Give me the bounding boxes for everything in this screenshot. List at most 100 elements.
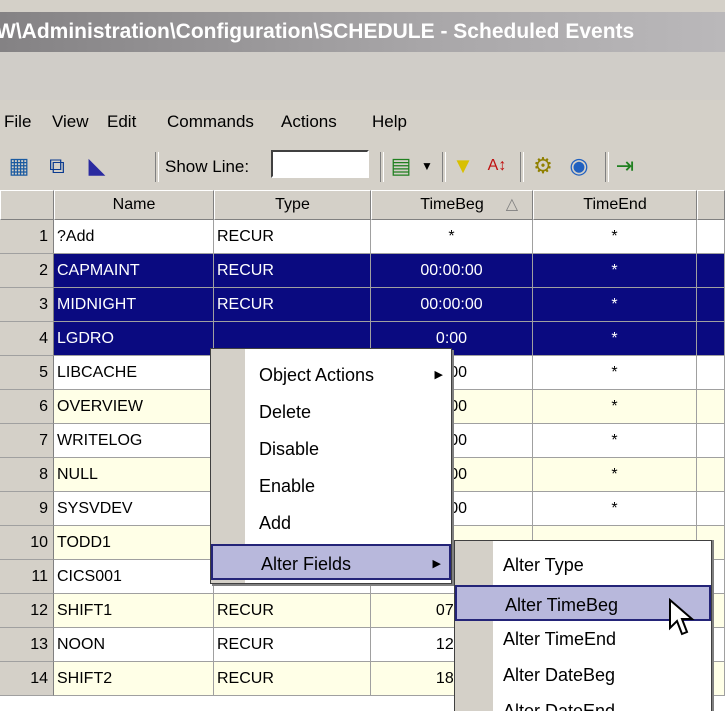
cell-type[interactable]: RECUR [214,288,371,322]
cell-extra[interactable] [697,220,725,254]
cell-name[interactable]: CAPMAINT [54,254,214,288]
properties-icon[interactable]: ▦ [6,153,32,179]
menu-item-label: Enable [259,476,316,496]
cell-timeend[interactable]: * [533,254,697,288]
menu-item-disable[interactable]: Disable [211,431,451,467]
menu-file[interactable]: File [4,112,31,132]
row-number[interactable]: 2 [0,254,54,288]
menu-help[interactable]: Help [372,112,407,132]
menu-edit[interactable]: Edit [107,112,136,132]
cell-name[interactable]: OVERVIEW [54,390,214,424]
cell-timeend[interactable]: * [533,424,697,458]
filter-icon[interactable]: ▼ [450,153,476,179]
menu-actions[interactable]: Actions [281,112,337,132]
cell-name[interactable]: SHIFT1 [54,594,214,628]
cell-extra[interactable] [697,322,725,356]
table-row[interactable]: 2 CAPMAINT RECUR 00:00:00 * [0,254,725,288]
column-header-timebeg[interactable]: TimeBeg △ [371,190,533,220]
row-number[interactable]: 10 [0,526,54,560]
menu-item-add[interactable]: Add [211,505,451,541]
cell-extra[interactable] [697,288,725,322]
table-row[interactable]: 1 ?Add RECUR * * [0,220,725,254]
menu-item-enable[interactable]: Enable [211,468,451,504]
cell-timebeg[interactable]: * [371,220,533,254]
copy-icon[interactable]: ⧉ [44,153,70,179]
menu-item-alter-dateend[interactable]: Alter DateEnd [455,693,711,711]
cell-name[interactable]: NOON [54,628,214,662]
title-band [0,52,725,100]
cell-name[interactable]: NULL [54,458,214,492]
menu-view[interactable]: View [52,112,89,132]
row-number[interactable]: 12 [0,594,54,628]
menu-item-label: Alter Fields [261,554,352,574]
refresh-icon[interactable]: ◉ [566,153,592,179]
column-header-type[interactable]: Type [214,190,371,220]
menu-item-delete[interactable]: Delete [211,394,451,430]
submenu-arrow-icon: ▶ [434,369,443,381]
cell-name[interactable]: LIBCACHE [54,356,214,390]
row-number[interactable]: 6 [0,390,54,424]
row-number[interactable]: 7 [0,424,54,458]
cell-type[interactable]: RECUR [214,254,371,288]
cell-timeend[interactable]: * [533,458,697,492]
cell-timebeg[interactable]: 00:00:00 [371,254,533,288]
cell-extra[interactable] [697,254,725,288]
menu-item-alter-type[interactable]: Alter Type [455,547,711,583]
toolbar: ▦ ⧉ ◣ Show Line: ▤ ▼ ▼ A↕ ⚙ ◉ ⇥ [0,144,725,190]
sort-icon[interactable]: A↕ [484,153,510,179]
cell-extra[interactable] [697,424,725,458]
row-number[interactable]: 4 [0,322,54,356]
table-row[interactable]: 3 MIDNIGHT RECUR 00:00:00 * [0,288,725,322]
cell-name[interactable]: WRITELOG [54,424,214,458]
cell-timeend[interactable]: * [533,220,697,254]
cell-timeend[interactable]: * [533,492,697,526]
cell-name[interactable]: SYSVDEV [54,492,214,526]
menu-item-alter-datebeg[interactable]: Alter DateBeg [455,657,711,693]
cell-extra[interactable] [697,492,725,526]
cell-type[interactable]: RECUR [214,220,371,254]
row-number[interactable]: 9 [0,492,54,526]
cell-name[interactable]: SHIFT2 [54,662,214,696]
cell-type[interactable]: RECUR [214,628,371,662]
cell-timeend[interactable]: * [533,322,697,356]
column-header-timebeg-label: TimeBeg [420,196,484,213]
cell-extra[interactable] [697,458,725,492]
cell-type[interactable]: RECUR [214,594,371,628]
table-options-icon[interactable]: ▤ [388,153,414,179]
dropdown-arrow-icon[interactable]: ▼ [414,153,440,179]
row-number[interactable]: 3 [0,288,54,322]
row-number[interactable]: 11 [0,560,54,594]
row-number-header [0,190,54,220]
menu-item-object-actions[interactable]: Object Actions ▶ [211,357,451,393]
chart-icon[interactable]: ◣ [84,153,110,179]
row-number[interactable]: 13 [0,628,54,662]
menu-item-label: Alter TimeEnd [503,629,617,649]
cell-name[interactable]: LGDRO [54,322,214,356]
row-number[interactable]: 1 [0,220,54,254]
cell-name[interactable]: ?Add [54,220,214,254]
cell-timeend[interactable]: * [533,390,697,424]
cell-name[interactable]: MIDNIGHT [54,288,214,322]
context-menu: Object Actions ▶ Delete Disable Enable A… [210,348,452,584]
column-header-timeend[interactable]: TimeEnd [533,190,697,220]
cell-timeend[interactable]: * [533,288,697,322]
toolbar-separator [442,152,446,182]
cell-type[interactable]: RECUR [214,662,371,696]
toolbar-separator [380,152,384,182]
cell-timeend[interactable]: * [533,356,697,390]
cell-timebeg[interactable]: 00:00:00 [371,288,533,322]
cell-extra[interactable] [697,356,725,390]
settings-icon[interactable]: ⚙ [530,153,556,179]
menu-item-alter-fields[interactable]: Alter Fields ▶ [211,544,451,580]
export-icon[interactable]: ⇥ [612,153,638,179]
row-number[interactable]: 8 [0,458,54,492]
cell-name[interactable]: CICS001 [54,560,214,594]
show-line-input[interactable] [271,150,369,178]
row-number[interactable]: 5 [0,356,54,390]
cell-name[interactable]: TODD1 [54,526,214,560]
column-header-name[interactable]: Name [54,190,214,220]
cell-extra[interactable] [697,390,725,424]
title-bar[interactable]: W\Administration\Configuration\SCHEDULE … [0,12,725,52]
row-number[interactable]: 14 [0,662,54,696]
menu-commands[interactable]: Commands [167,112,254,132]
